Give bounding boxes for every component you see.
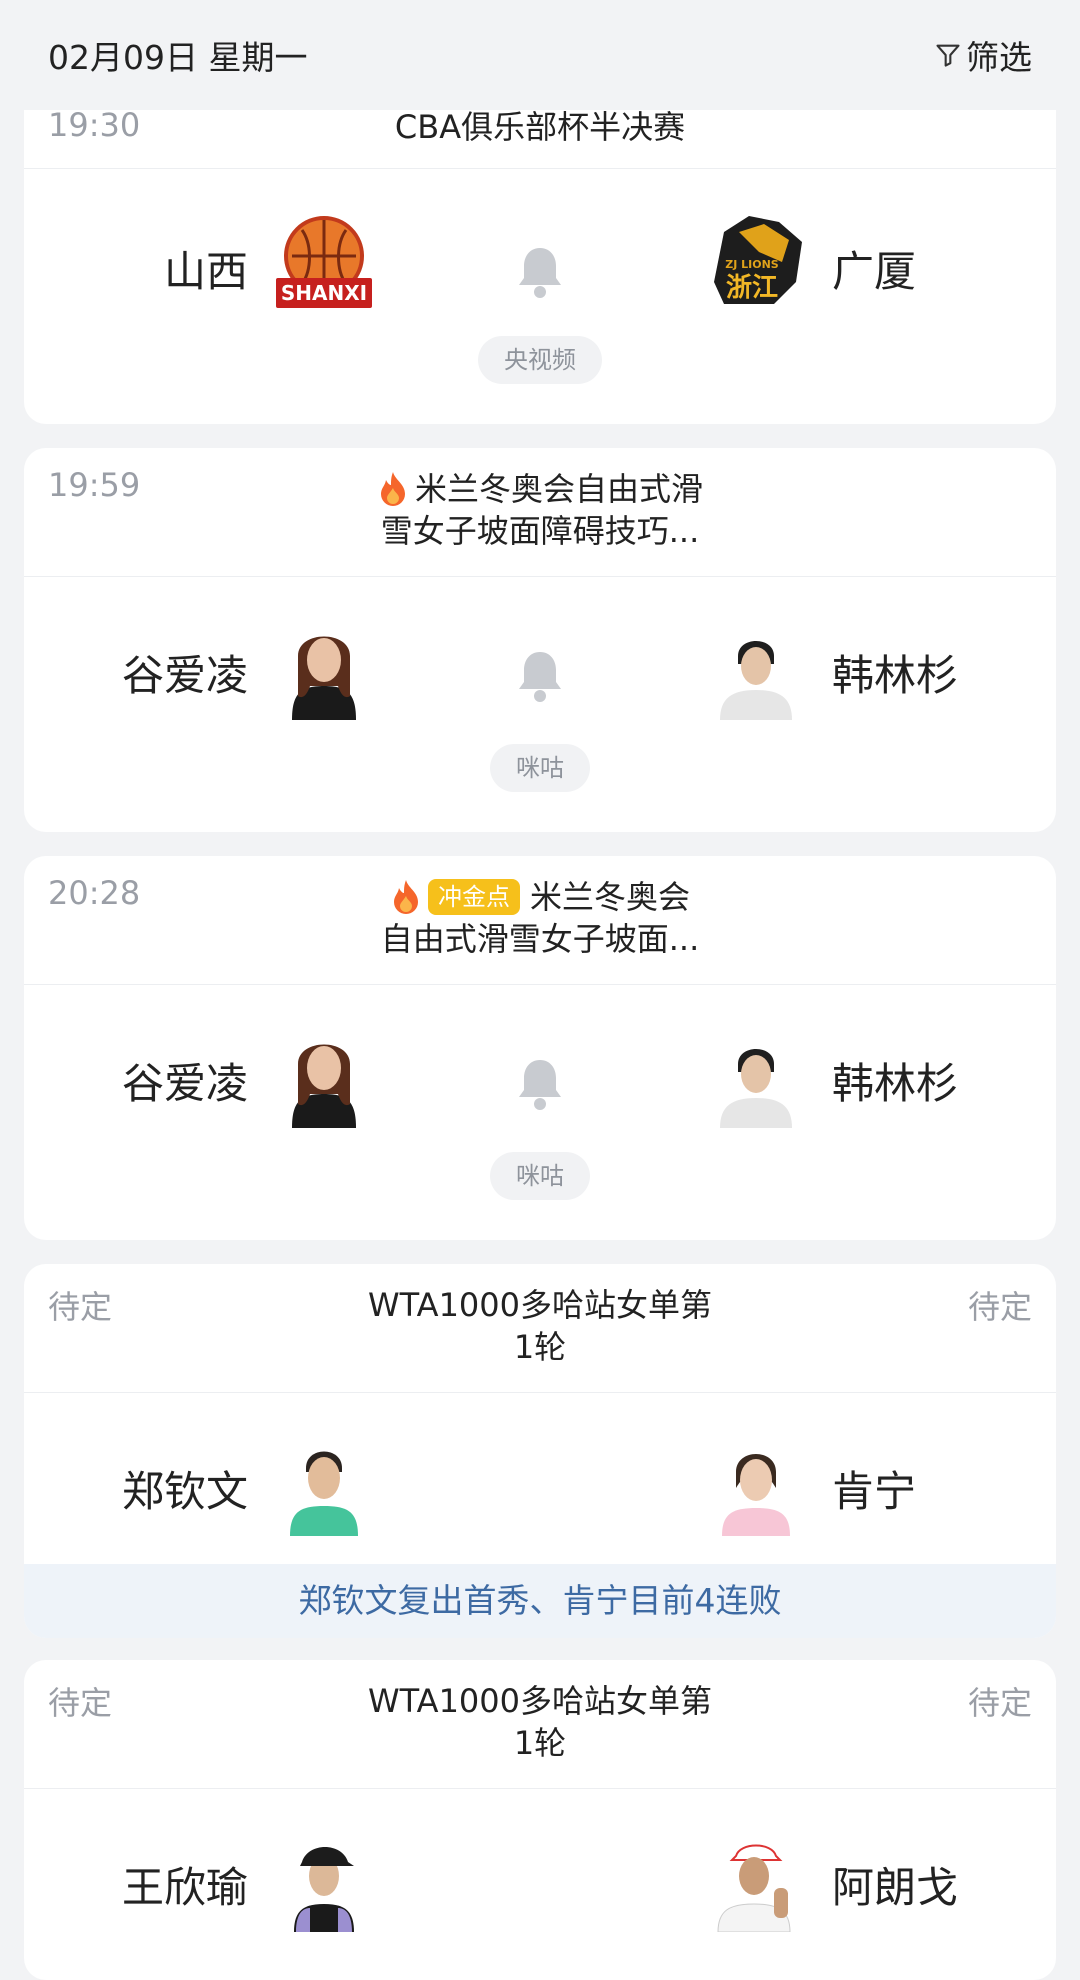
player-right-avatar xyxy=(704,1828,808,1932)
broadcast-tag[interactable]: 央视频 xyxy=(478,336,602,384)
svg-text:浙江: 浙江 xyxy=(726,273,778,303)
team-right-name: 广厦 xyxy=(832,247,917,296)
filter-button[interactable]: 筛选 xyxy=(934,31,1032,79)
match-summary[interactable]: 郑钦文复出首秀、肯宁目前4连败 xyxy=(24,1564,1056,1638)
player-right-name: 肯宁 xyxy=(832,1467,917,1516)
bell-icon[interactable] xyxy=(516,648,564,704)
player-left-name: 郑钦文 xyxy=(121,1467,248,1516)
player-left-avatar xyxy=(272,1828,376,1932)
player-right-avatar xyxy=(704,1432,808,1536)
bell-icon[interactable] xyxy=(516,1056,564,1112)
match-time: 20:28 xyxy=(48,874,141,912)
bell-icon[interactable] xyxy=(516,244,564,300)
date-label: 02月09日 星期一 xyxy=(48,38,308,77)
match-time-left: 待定 xyxy=(48,1288,113,1326)
player-left-name: 王欣瑜 xyxy=(121,1863,248,1912)
match-title: 米兰冬奥会自由式滑 雪女子坡面障碍技巧... xyxy=(284,468,796,552)
match-card-cba[interactable]: 19:30 CBA俱乐部杯半决赛 山西 SHANXI ZJ LIONS 浙江 广… xyxy=(24,96,1056,424)
shanxi-team-logo: SHANXI xyxy=(276,216,372,308)
player-right-avatar xyxy=(704,616,808,720)
team-left-name: 山西 xyxy=(163,247,248,296)
player-left-name: 谷爱凌 xyxy=(121,651,248,700)
player-left-avatar xyxy=(272,1024,376,1128)
match-card-wta-1[interactable]: 待定 待定 WTA1000多哈站女单第 1轮 郑钦文 肯宁 郑钦文复出首秀、肯宁… xyxy=(24,1264,1056,1638)
match-time-right: 待定 xyxy=(967,1288,1032,1326)
fire-icon xyxy=(393,880,418,914)
gold-chance-badge: 冲金点 xyxy=(427,879,520,915)
filter-icon xyxy=(936,44,960,67)
zhejiang-lions-logo: ZJ LIONS 浙江 xyxy=(714,216,802,304)
player-right-avatar xyxy=(704,1024,808,1128)
fire-icon xyxy=(380,472,405,506)
match-title: 冲金点 米兰冬奥会 自由式滑雪女子坡面... xyxy=(380,878,700,958)
svg-text:ZJ LIONS: ZJ LIONS xyxy=(725,258,779,271)
broadcast-tag[interactable]: 咪咕 xyxy=(490,744,590,792)
player-right-name: 阿朗戈 xyxy=(832,1863,959,1912)
match-time-left: 待定 xyxy=(48,1684,113,1722)
player-left-name: 谷爱凌 xyxy=(121,1059,248,1108)
player-left-avatar xyxy=(272,1432,376,1536)
broadcast-tag[interactable]: 咪咕 xyxy=(490,1152,590,1200)
match-card-wta-2[interactable]: 待定 待定 WTA1000多哈站女单第 1轮 王欣瑜 阿朗戈 xyxy=(24,1660,1056,1980)
filter-label: 筛选 xyxy=(966,38,1032,77)
match-title: WTA1000多哈站女单第 1轮 xyxy=(367,1286,713,1366)
match-card-olympic-1[interactable]: 19:59 米兰冬奥会自由式滑 雪女子坡面障碍技巧... 谷爱凌 韩林杉 咪咕 xyxy=(24,448,1056,832)
player-left-avatar xyxy=(272,616,376,720)
match-time-right: 待定 xyxy=(967,1684,1032,1722)
match-time: 19:59 xyxy=(48,466,141,504)
svg-text:SHANXI: SHANXI xyxy=(281,281,367,305)
match-title: WTA1000多哈站女单第 1轮 xyxy=(367,1682,713,1762)
match-time: 19:30 xyxy=(48,106,141,144)
player-right-name: 韩林杉 xyxy=(832,651,959,700)
match-title: CBA俱乐部杯半决赛 xyxy=(394,108,686,146)
match-card-olympic-2[interactable]: 20:28 冲金点 米兰冬奥会 自由式滑雪女子坡面... 谷爱凌 韩林杉 咪咕 xyxy=(24,856,1056,1240)
player-right-name: 韩林杉 xyxy=(832,1059,959,1108)
date-header: 02月09日 星期一 筛选 xyxy=(0,0,1080,110)
